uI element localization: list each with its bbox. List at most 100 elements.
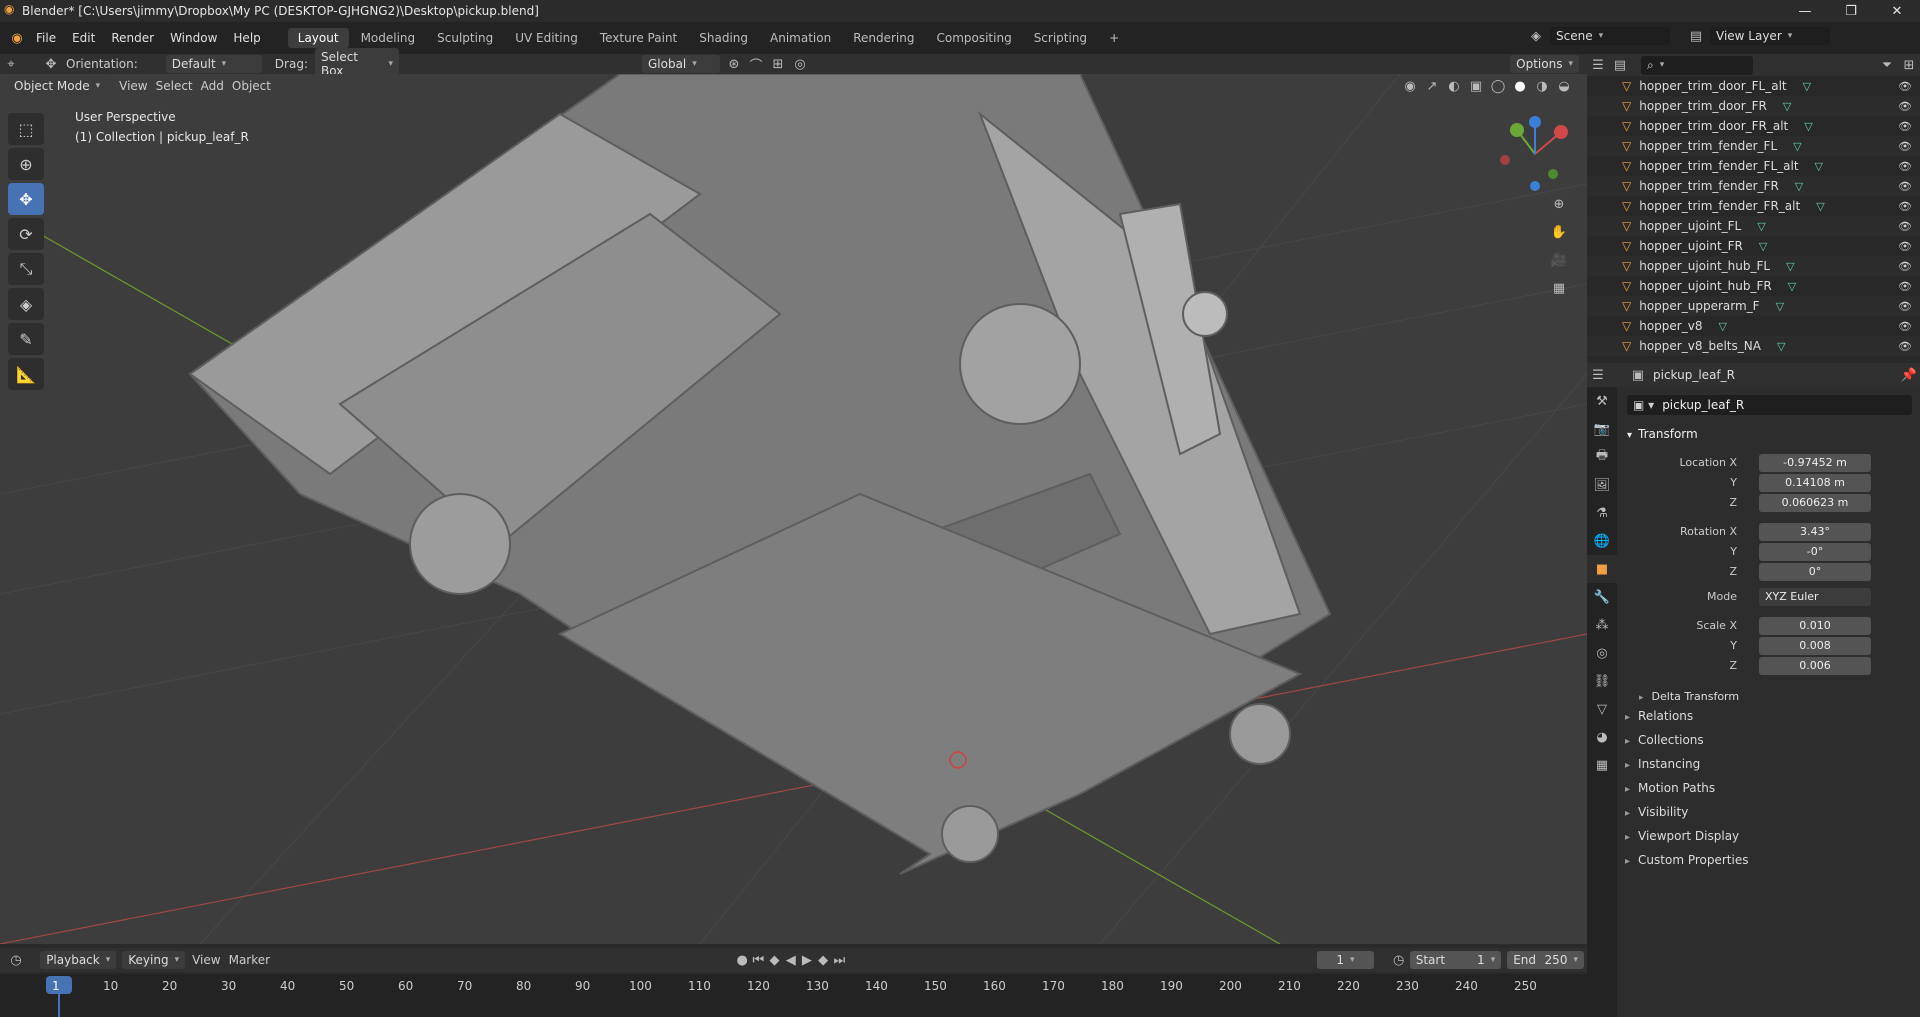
- location-y-field[interactable]: 0.14108 m: [1759, 474, 1871, 492]
- collections-section[interactable]: Collections: [1625, 733, 1704, 747]
- eye-icon[interactable]: 👁: [1898, 220, 1912, 233]
- close-button[interactable]: ✕: [1874, 0, 1920, 22]
- properties-editor-icon[interactable]: ☰: [1587, 365, 1609, 385]
- outliner-row[interactable]: ▽ hopper_trim_door_FL_alt ▽ 👁: [1587, 76, 1920, 96]
- output-tab-icon[interactable]: 🖶: [1587, 443, 1617, 471]
- object-name-field[interactable]: ▣ ▾ pickup_leaf_R: [1627, 395, 1912, 415]
- annotate-tool-icon[interactable]: ✎: [8, 323, 44, 355]
- menu-window[interactable]: Window: [162, 31, 225, 45]
- tab-modeling[interactable]: Modeling: [351, 28, 426, 48]
- tool-tab-icon[interactable]: ⚒: [1587, 387, 1617, 415]
- camera-view-icon[interactable]: 🎥: [1548, 250, 1570, 270]
- clock-icon[interactable]: ◷: [1391, 950, 1407, 970]
- modifier-tab-icon[interactable]: 🔧: [1587, 583, 1617, 611]
- orientation-dropdown[interactable]: Default: [165, 55, 262, 73]
- measure-tool-icon[interactable]: 📐: [8, 358, 44, 390]
- maximize-button[interactable]: ❐: [1828, 0, 1874, 22]
- data-tab-icon[interactable]: ▽: [1587, 695, 1617, 723]
- next-keyframe-icon[interactable]: ◆: [815, 950, 831, 970]
- scale-x-field[interactable]: 0.010: [1759, 617, 1871, 635]
- visibility-icon[interactable]: ◉: [1399, 76, 1421, 96]
- viewport-menu-view[interactable]: View: [119, 79, 147, 93]
- filter-icon[interactable]: ⏷: [1876, 55, 1898, 75]
- instancing-section[interactable]: Instancing: [1625, 757, 1700, 771]
- material-shading-icon[interactable]: ◑: [1531, 76, 1553, 96]
- outliner-row[interactable]: ▽ hopper_ujoint_FR ▽ 👁: [1587, 236, 1920, 256]
- proportional-edit-icon[interactable]: ◎: [789, 54, 811, 74]
- constraints-tab-icon[interactable]: ⛓: [1587, 667, 1617, 695]
- solid-shading-icon[interactable]: ●: [1509, 76, 1531, 96]
- tab-compositing[interactable]: Compositing: [926, 28, 1021, 48]
- rotate-tool-icon[interactable]: ⟳: [8, 218, 44, 250]
- scene-selector[interactable]: Scene: [1550, 27, 1670, 45]
- scale-z-field[interactable]: 0.006: [1759, 657, 1871, 675]
- eye-icon[interactable]: 👁: [1898, 200, 1912, 213]
- outliner-row[interactable]: ▽ hopper_trim_fender_FR ▽ 👁: [1587, 176, 1920, 196]
- pin-icon[interactable]: 📌: [1898, 365, 1920, 385]
- outliner-row[interactable]: ▽ hopper_trim_door_FR ▽ 👁: [1587, 96, 1920, 116]
- navigation-gizmo[interactable]: [1495, 114, 1575, 194]
- menu-edit[interactable]: Edit: [64, 31, 103, 45]
- blender-menu-icon[interactable]: ◉: [6, 28, 28, 48]
- rotation-y-field[interactable]: -0°: [1759, 543, 1871, 561]
- tab-texture-paint[interactable]: Texture Paint: [590, 28, 687, 48]
- motion-paths-section[interactable]: Motion Paths: [1625, 781, 1715, 795]
- tab-animation[interactable]: Animation: [760, 28, 841, 48]
- current-frame-field[interactable]: 1: [1317, 951, 1374, 969]
- menu-help[interactable]: Help: [225, 31, 268, 45]
- eye-icon[interactable]: 👁: [1898, 260, 1912, 273]
- record-icon[interactable]: ●: [734, 950, 750, 970]
- render-tab-icon[interactable]: 📷: [1587, 415, 1617, 443]
- tab-shading[interactable]: Shading: [689, 28, 758, 48]
- play-icon[interactable]: ▶: [799, 950, 815, 970]
- jump-start-icon[interactable]: ⏮: [750, 950, 766, 970]
- move-tool-button-icon[interactable]: ✥: [8, 183, 44, 215]
- texture-tab-icon[interactable]: ▦: [1587, 751, 1617, 779]
- outliner-row[interactable]: ▽ hopper_ujoint_FL ▽ 👁: [1587, 216, 1920, 236]
- eye-icon[interactable]: 👁: [1898, 320, 1912, 333]
- 3d-viewport[interactable]: User Perspective (1) Collection | pickup…: [0, 74, 1587, 944]
- location-z-field[interactable]: 0.060623 m: [1759, 494, 1871, 512]
- transform-orientation-dropdown[interactable]: Global: [641, 55, 720, 73]
- select-box-tool-icon[interactable]: ⬚: [8, 113, 44, 145]
- outliner-search-input[interactable]: ⌕: [1641, 55, 1753, 75]
- options-dropdown[interactable]: Options: [1510, 55, 1579, 73]
- eye-icon[interactable]: 👁: [1898, 300, 1912, 313]
- relations-section[interactable]: Relations: [1625, 709, 1693, 723]
- eye-icon[interactable]: 👁: [1898, 340, 1912, 353]
- outliner-row[interactable]: ▽ hopper_trim_fender_FR_alt ▽ 👁: [1587, 196, 1920, 216]
- minimize-button[interactable]: —: [1782, 0, 1828, 22]
- outliner-row[interactable]: ▽ hopper_trim_fender_FL ▽ 👁: [1587, 136, 1920, 156]
- prev-keyframe-icon[interactable]: ◆: [766, 950, 782, 970]
- outliner-row[interactable]: ▽ hopper_ujoint_hub_FL ▽ 👁: [1587, 256, 1920, 276]
- transform-tool-icon[interactable]: ◈: [8, 288, 44, 320]
- menu-render[interactable]: Render: [103, 31, 162, 45]
- tab-scripting[interactable]: Scripting: [1024, 28, 1097, 48]
- zoom-icon[interactable]: ⊕: [1548, 194, 1570, 214]
- rendered-shading-icon[interactable]: ◒: [1553, 76, 1575, 96]
- delta-transform-section[interactable]: ▸ Delta Transform: [1639, 690, 1739, 703]
- custom-properties-section[interactable]: Custom Properties: [1625, 853, 1748, 867]
- end-frame-field[interactable]: End 250: [1507, 951, 1584, 969]
- eye-icon[interactable]: 👁: [1898, 160, 1912, 173]
- cursor-tool-icon[interactable]: ⊕: [8, 148, 44, 180]
- tab-rendering[interactable]: Rendering: [843, 28, 924, 48]
- outliner-editor-icon[interactable]: ☰: [1587, 55, 1609, 75]
- wireframe-shading-icon[interactable]: ◯: [1487, 76, 1509, 96]
- object-tab-icon[interactable]: ■: [1587, 555, 1617, 583]
- pivot-icon[interactable]: ⊛: [723, 54, 745, 74]
- xray-icon[interactable]: ▣: [1465, 76, 1487, 96]
- overlay-icon[interactable]: ◐: [1443, 76, 1465, 96]
- tab-sculpting[interactable]: Sculpting: [427, 28, 503, 48]
- rotation-z-field[interactable]: 0°: [1759, 563, 1871, 581]
- outliner-row[interactable]: ▽ hopper_trim_door_FR_alt ▽ 👁: [1587, 116, 1920, 136]
- eye-icon[interactable]: 👁: [1898, 180, 1912, 193]
- tab-layout[interactable]: Layout: [287, 28, 349, 48]
- outliner-row[interactable]: ▽ hopper_trim_fender_FL_alt ▽ 👁: [1587, 156, 1920, 176]
- physics-tab-icon[interactable]: ◎: [1587, 639, 1617, 667]
- timeline-view-menu[interactable]: View: [192, 953, 220, 967]
- editor-type-icon[interactable]: ⌖: [0, 54, 22, 74]
- gizmo-icon[interactable]: ↗: [1421, 76, 1443, 96]
- snap-target-icon[interactable]: ⊞: [767, 54, 789, 74]
- marker-menu[interactable]: Marker: [229, 953, 270, 967]
